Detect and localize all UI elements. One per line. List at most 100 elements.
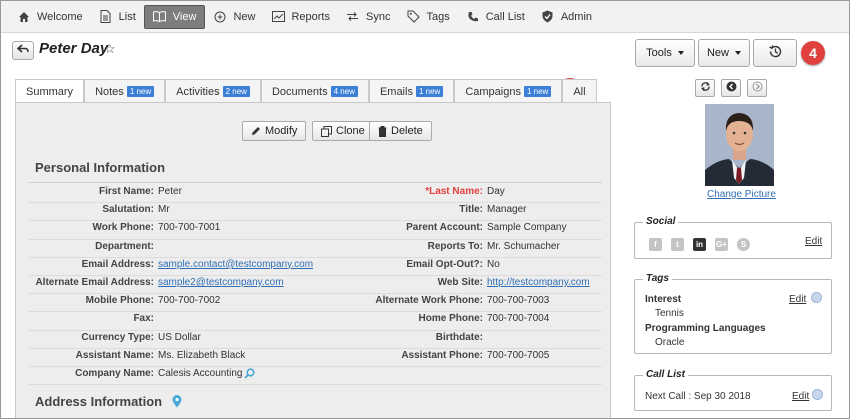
- social-box: Social f t in G+ S Edit: [634, 216, 832, 259]
- field-value: No: [487, 258, 500, 270]
- field-label: Alternate Work Phone:: [375, 295, 483, 307]
- favorite-star-icon[interactable]: ☆: [104, 41, 116, 57]
- chart-icon: [271, 10, 285, 24]
- social-edit-link[interactable]: Edit: [805, 236, 822, 247]
- field-label: Parent Account:: [406, 222, 483, 234]
- lookup-search-icon[interactable]: [244, 368, 255, 382]
- chevron-down-icon: [735, 51, 741, 55]
- modify-button[interactable]: Modify: [242, 121, 307, 141]
- rotate-photo-button[interactable]: [695, 79, 715, 97]
- section-divider: [28, 182, 602, 183]
- copy-icon: [321, 125, 332, 137]
- nav-new-label: New: [233, 10, 256, 23]
- tab-label: Notes: [95, 85, 124, 98]
- nav-sync-label: Sync: [365, 10, 391, 23]
- top-nav: Welcome List View New Reports Sync Tags: [1, 1, 849, 33]
- record-tabs: Summary Notes 1 new Activities 2 new Docum…: [15, 79, 597, 103]
- help-icon[interactable]: [812, 389, 823, 400]
- nav-sync[interactable]: Sync: [338, 5, 398, 29]
- field-value: Sample Company: [487, 222, 567, 234]
- skype-icon[interactable]: S: [737, 238, 750, 251]
- new-button[interactable]: New: [698, 39, 750, 67]
- twitter-icon[interactable]: t: [671, 238, 684, 251]
- row-divider: [28, 238, 602, 240]
- nav-welcome[interactable]: Welcome: [9, 5, 91, 29]
- new-count-badge: 1 new: [523, 86, 552, 97]
- pencil-icon: [251, 126, 261, 136]
- summary-panel: Modify Clone Delete Personal Information…: [15, 102, 611, 418]
- nav-admin[interactable]: Admin: [533, 5, 600, 29]
- nav-new[interactable]: New: [205, 5, 263, 29]
- field-value: 700-700-7004: [487, 313, 550, 325]
- tools-button[interactable]: Tools: [635, 39, 695, 67]
- nav-admin-label: Admin: [560, 10, 593, 23]
- field-value[interactable]: http://testcompany.com: [487, 277, 590, 288]
- tags-edit-link[interactable]: Edit: [789, 294, 806, 305]
- field-value: Mr. Schumacher: [487, 240, 560, 252]
- google-plus-icon[interactable]: G+: [715, 238, 728, 251]
- tag-group-name: Interest: [645, 294, 682, 305]
- row-divider: [28, 293, 602, 295]
- contact-photo: [705, 104, 774, 186]
- back-button[interactable]: [12, 41, 34, 60]
- help-icon[interactable]: [811, 292, 822, 303]
- arrow-right-circle-icon: [752, 81, 763, 95]
- tab-campaigns[interactable]: Campaigns 1 new: [454, 79, 563, 103]
- call-list-box: Call List Next Call : Sep 30 2018 Edit: [634, 369, 832, 411]
- call-list-edit-link[interactable]: Edit: [792, 391, 809, 402]
- field-label: Assistant Phone:: [401, 349, 483, 361]
- new-count-badge: 1 new: [415, 86, 444, 97]
- delete-label: Delete: [391, 125, 423, 137]
- map-pin-icon[interactable]: [172, 394, 182, 411]
- callout-4: 4: [801, 41, 825, 65]
- linkedin-icon[interactable]: in: [693, 238, 706, 251]
- book-icon: [153, 10, 167, 24]
- row-divider: [28, 220, 602, 222]
- tab-summary[interactable]: Summary: [15, 79, 85, 103]
- tab-notes[interactable]: Notes 1 new: [84, 79, 166, 103]
- address-info-title: Address Information: [35, 394, 163, 409]
- tab-all[interactable]: All: [562, 79, 597, 103]
- app-window: Welcome List View New Reports Sync Tags: [0, 0, 850, 419]
- nav-view[interactable]: View: [143, 4, 206, 29]
- next-photo-button[interactable]: [747, 79, 767, 97]
- tab-label: Summary: [26, 85, 74, 98]
- row-divider: [28, 256, 602, 258]
- chevron-down-icon: [677, 51, 684, 55]
- nav-reports[interactable]: Reports: [263, 5, 338, 29]
- history-button[interactable]: [753, 39, 797, 67]
- tab-activities[interactable]: Activities 2 new: [165, 79, 261, 103]
- previous-photo-button[interactable]: [721, 79, 741, 97]
- arrow-left-circle-icon: [726, 81, 737, 95]
- field-label: Birthdate:: [435, 331, 483, 343]
- row-divider: [28, 384, 602, 386]
- call-list-title: Call List: [643, 369, 688, 380]
- nav-view-label: View: [172, 10, 197, 23]
- tag-group-name: Programming Languages: [645, 323, 766, 334]
- history-icon: [768, 44, 783, 62]
- modify-label: Modify: [265, 125, 298, 137]
- social-title: Social: [643, 216, 679, 227]
- tab-label: Documents: [271, 85, 328, 98]
- new-count-badge: 1 new: [126, 86, 155, 97]
- field-value: 700-700-7003: [487, 295, 550, 307]
- change-picture-link[interactable]: Change Picture: [707, 189, 776, 200]
- row-divider: [28, 366, 602, 367]
- clone-button[interactable]: Clone: [312, 121, 374, 141]
- document-icon: [99, 10, 113, 24]
- facebook-icon[interactable]: f: [649, 238, 662, 251]
- nav-call-list[interactable]: Call List: [458, 5, 533, 29]
- tab-documents[interactable]: Documents 4 new: [260, 79, 369, 103]
- row-divider: [28, 275, 602, 276]
- nav-welcome-label: Welcome: [37, 10, 83, 23]
- field-label: *Last Name:: [425, 186, 483, 197]
- tab-label: All: [573, 85, 586, 98]
- nav-list[interactable]: List: [91, 5, 144, 29]
- nav-reports-label: Reports: [291, 10, 330, 23]
- row-divider: [28, 311, 602, 313]
- tab-emails[interactable]: Emails 1 new: [368, 79, 455, 103]
- address-info-heading: Address Information: [35, 394, 182, 411]
- nav-tags[interactable]: Tags: [398, 5, 457, 29]
- delete-button[interactable]: Delete: [369, 121, 432, 141]
- shield-icon: [541, 10, 555, 24]
